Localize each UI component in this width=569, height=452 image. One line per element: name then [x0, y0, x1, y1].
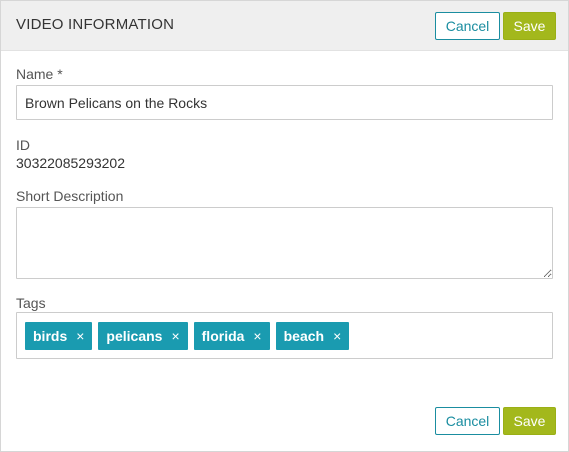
header-cancel-button[interactable]: Cancel [435, 12, 500, 40]
remove-tag-icon[interactable]: × [171, 328, 179, 344]
tag-chip: florida × [193, 321, 270, 350]
tags-input[interactable]: birds × pelicans × florida × beach × [16, 312, 553, 359]
tag-label: florida [201, 327, 245, 344]
footer-cancel-button[interactable]: Cancel [435, 407, 500, 435]
panel-title: VIDEO INFORMATION [16, 16, 175, 33]
remove-tag-icon[interactable]: × [333, 328, 341, 344]
name-label: Name * [16, 66, 63, 82]
footer-save-button[interactable]: Save [503, 407, 556, 435]
remove-tag-icon[interactable]: × [76, 328, 84, 344]
header-save-button[interactable]: Save [503, 12, 556, 40]
panel-header: VIDEO INFORMATION Cancel Save [1, 1, 568, 51]
id-label: ID [16, 137, 30, 153]
video-information-panel: VIDEO INFORMATION Cancel Save Name * ID … [0, 0, 569, 452]
short-description-label: Short Description [16, 188, 124, 204]
id-value: 30322085293202 [16, 155, 126, 171]
remove-tag-icon[interactable]: × [253, 328, 261, 344]
tag-chip: birds × [25, 321, 93, 350]
name-input[interactable] [16, 85, 553, 120]
tag-chip: pelicans × [98, 321, 188, 350]
tag-label: beach [283, 327, 325, 344]
tag-chip: beach × [275, 321, 350, 350]
tag-label: birds [33, 327, 68, 344]
short-description-textarea[interactable] [16, 207, 553, 279]
tags-label: Tags [16, 295, 46, 311]
tag-label: pelicans [106, 327, 163, 344]
